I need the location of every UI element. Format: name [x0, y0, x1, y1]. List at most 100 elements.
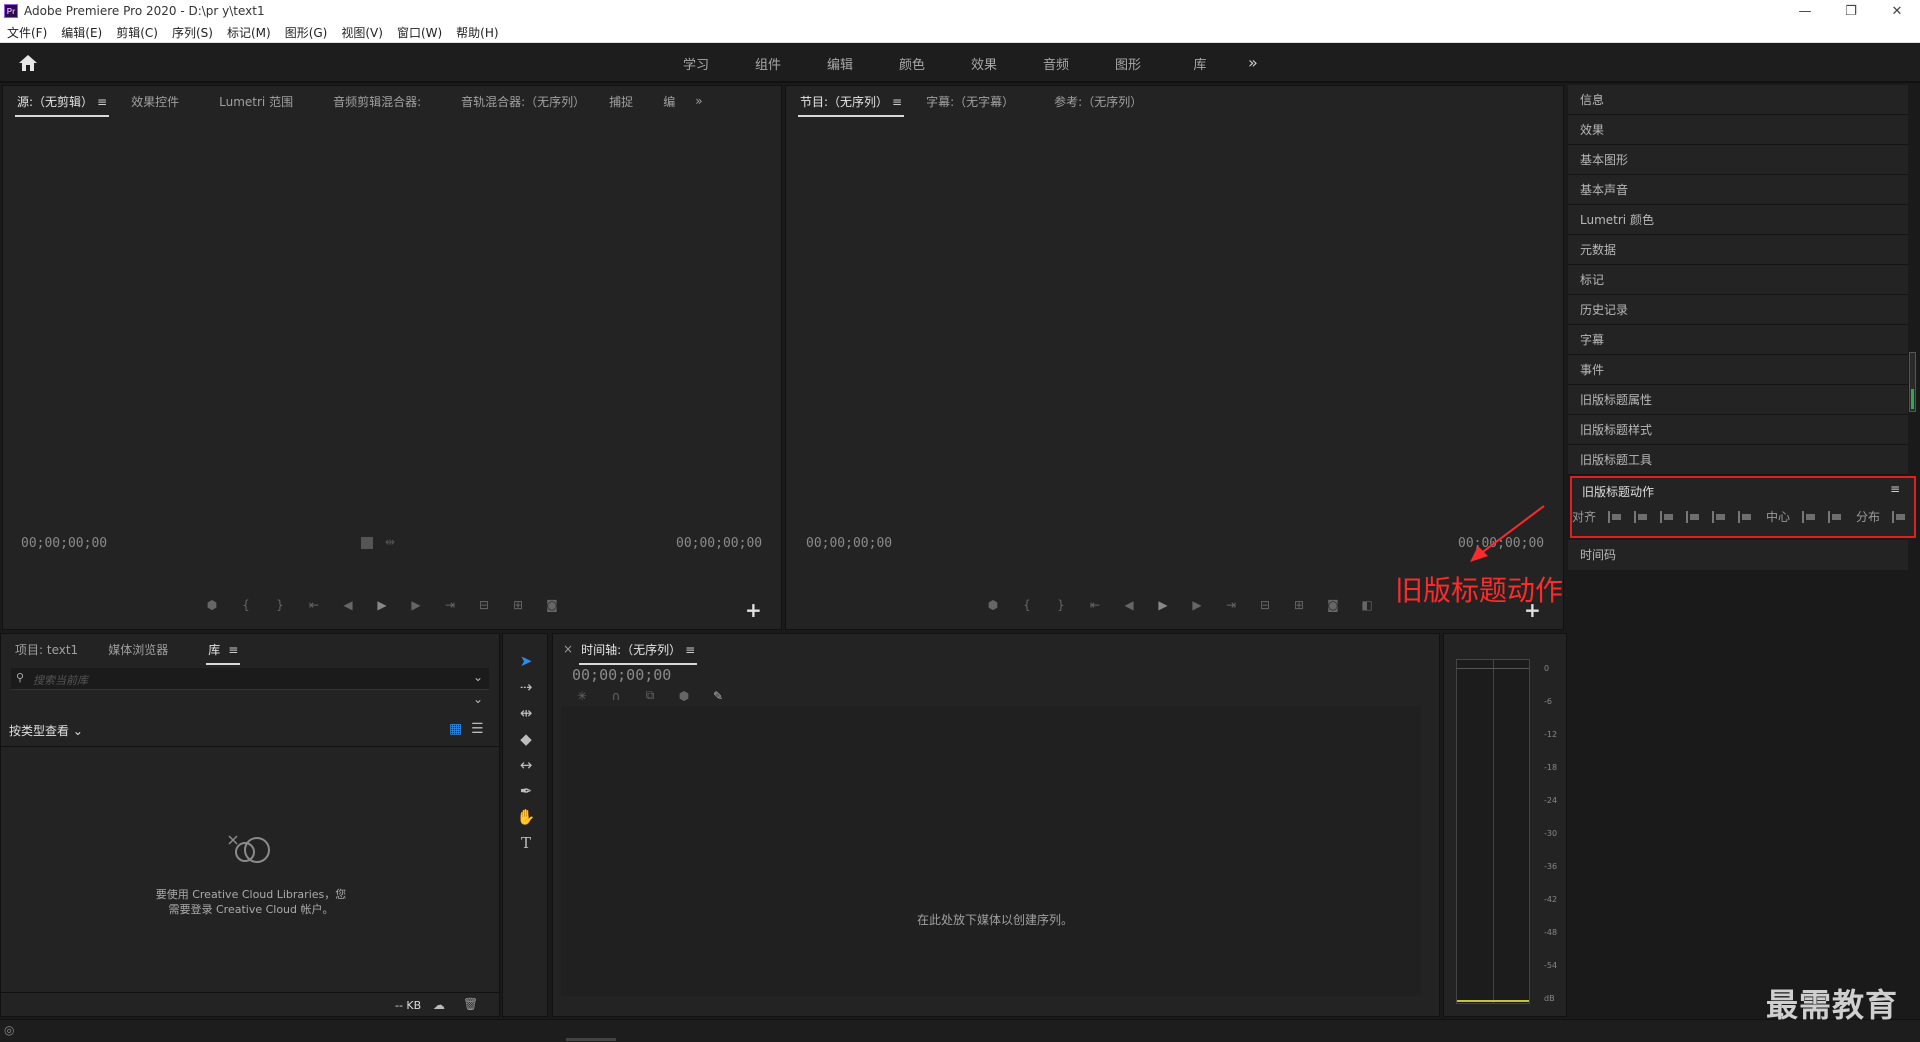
export-frame-icon[interactable]: ◙: [545, 598, 559, 612]
workspace-editing[interactable]: 编辑: [804, 54, 876, 73]
panel-essential-graphics[interactable]: 基本图形: [1568, 145, 1908, 175]
tab-edit-truncated[interactable]: 编: [663, 93, 675, 110]
menu-file[interactable]: 文件(F): [7, 24, 47, 41]
tab-effect-controls[interactable]: 效果控件: [131, 93, 179, 110]
tab-program[interactable]: 节目:（无序列） ≡: [797, 93, 905, 117]
panel-menu-icon[interactable]: ≡: [97, 95, 107, 109]
list-view-icon[interactable]: ☰: [471, 721, 484, 737]
workspace-assembly[interactable]: 组件: [732, 54, 804, 73]
menu-clip[interactable]: 剪辑(C): [116, 24, 158, 41]
resolution-icon[interactable]: [361, 537, 373, 549]
razor-tool-icon[interactable]: ◆: [516, 730, 536, 750]
tab-source[interactable]: 源:（无剪辑） ≡: [14, 93, 110, 117]
library-selector[interactable]: ⌄: [11, 692, 489, 710]
center-horizontal-icon[interactable]: [1802, 510, 1816, 523]
right-panel-scrollbar[interactable]: [1909, 352, 1916, 412]
tab-timeline[interactable]: 时间轴:（无序列） ≡: [579, 641, 698, 665]
scrollbar-thumb[interactable]: [1911, 389, 1914, 409]
panel-effects[interactable]: 效果: [1568, 115, 1908, 145]
comparison-view-icon[interactable]: ◧: [1360, 598, 1374, 612]
align-right-icon[interactable]: [1660, 510, 1674, 523]
panel-menu-icon[interactable]: ≡: [1890, 482, 1900, 496]
type-tool-icon[interactable]: T: [516, 834, 536, 854]
panel-essential-sound[interactable]: 基本声音: [1568, 175, 1908, 205]
grid-view-icon[interactable]: ▦: [449, 721, 462, 737]
align-center-horizontal-icon[interactable]: [1634, 510, 1648, 523]
tab-lumetri-scopes[interactable]: Lumetri 范围: [219, 93, 293, 110]
extract-icon[interactable]: ⊞: [1292, 598, 1306, 612]
menu-markers[interactable]: 标记(M): [227, 24, 271, 41]
mark-in-icon[interactable]: {: [239, 598, 253, 612]
status-progress-handle[interactable]: [566, 1038, 616, 1041]
tab-capture[interactable]: 捕捉: [609, 93, 633, 110]
step-forward-icon[interactable]: ▶: [409, 598, 423, 612]
close-tab-icon[interactable]: ×: [563, 642, 573, 656]
status-icon[interactable]: ◎: [4, 1023, 14, 1037]
snap-icon[interactable]: ∩: [609, 689, 623, 703]
step-back-icon[interactable]: ◀: [341, 598, 355, 612]
panel-menu-icon[interactable]: ≡: [228, 643, 238, 657]
panel-menu-icon[interactable]: ≡: [685, 643, 695, 657]
tab-libraries[interactable]: 库 ≡: [206, 641, 241, 665]
add-marker-icon[interactable]: ⬢: [205, 598, 219, 612]
panel-legacy-title-tools[interactable]: 旧版标题工具: [1568, 445, 1908, 475]
pen-tool-icon[interactable]: ✒: [516, 782, 536, 802]
workspace-effects[interactable]: 效果: [948, 54, 1020, 73]
workspace-audio[interactable]: 音频: [1020, 54, 1092, 73]
trash-icon[interactable]: 🗑: [463, 997, 478, 1011]
align-center-vertical-icon[interactable]: [1712, 510, 1726, 523]
tab-captions[interactable]: 字幕:（无字幕）: [926, 93, 1014, 110]
menu-view[interactable]: 视图(V): [341, 24, 383, 41]
menu-help[interactable]: 帮助(H): [456, 24, 498, 41]
menu-sequence[interactable]: 序列(S): [172, 24, 213, 41]
step-forward-icon[interactable]: ▶: [1190, 598, 1204, 612]
add-marker-icon[interactable]: ⬢: [677, 689, 691, 703]
source-timecode-current[interactable]: 00;00;00;00: [21, 536, 107, 551]
program-timecode-current[interactable]: 00;00;00;00: [806, 536, 892, 551]
go-to-in-icon[interactable]: ⇤: [307, 598, 321, 612]
workspace-learn[interactable]: 学习: [660, 54, 732, 73]
export-frame-icon[interactable]: ◙: [1326, 598, 1340, 612]
selection-tool-icon[interactable]: ➤: [516, 652, 536, 672]
slip-tool-icon[interactable]: ↔: [516, 756, 536, 776]
add-marker-icon[interactable]: ⬢: [986, 598, 1000, 612]
hand-tool-icon[interactable]: ✋: [516, 808, 536, 828]
menu-edit[interactable]: 编辑(E): [61, 24, 102, 41]
settings-wrench-icon[interactable]: ⇹: [385, 535, 395, 549]
center-vertical-icon[interactable]: [1828, 510, 1842, 523]
panel-menu-icon[interactable]: ≡: [892, 95, 902, 109]
close-button[interactable]: ✕: [1874, 0, 1920, 22]
panel-history[interactable]: 历史记录: [1568, 295, 1908, 325]
step-back-icon[interactable]: ◀: [1122, 598, 1136, 612]
timeline-drop-area[interactable]: 在此处放下媒体以创建序列。: [561, 706, 1421, 996]
go-to-out-icon[interactable]: ⇥: [1224, 598, 1238, 612]
panel-overflow-icon[interactable]: »: [695, 94, 702, 108]
panel-metadata[interactable]: 元数据: [1568, 235, 1908, 265]
home-icon[interactable]: [18, 54, 38, 72]
timeline-settings-icon[interactable]: ✎: [711, 689, 725, 703]
restore-button[interactable]: ❐: [1828, 0, 1874, 22]
panel-legacy-title-properties[interactable]: 旧版标题属性: [1568, 385, 1908, 415]
panel-lumetri-color[interactable]: Lumetri 颜色: [1568, 205, 1908, 235]
legacy-title-actions-title[interactable]: 旧版标题动作: [1582, 483, 1654, 500]
cloud-sync-icon[interactable]: ☁: [433, 998, 445, 1012]
workspace-libraries[interactable]: 库: [1164, 54, 1236, 73]
workspace-graphics[interactable]: 图形: [1092, 54, 1164, 73]
menu-graphics[interactable]: 图形(G): [285, 24, 328, 41]
mark-out-icon[interactable]: }: [1054, 598, 1068, 612]
panel-events[interactable]: 事件: [1568, 355, 1908, 385]
align-left-icon[interactable]: [1608, 510, 1622, 523]
tab-audio-track-mixer[interactable]: 音轨混合器:（无序列）: [461, 93, 585, 110]
align-bottom-icon[interactable]: [1738, 510, 1752, 523]
menu-window[interactable]: 窗口(W): [397, 24, 442, 41]
play-icon[interactable]: ▶: [375, 598, 389, 612]
panel-info[interactable]: 信息: [1568, 85, 1908, 115]
view-by-type-dropdown[interactable]: 按类型查看 ⌄: [9, 722, 83, 739]
mark-in-icon[interactable]: {: [1020, 598, 1034, 612]
overwrite-icon[interactable]: ⊞: [511, 598, 525, 612]
minimize-button[interactable]: —: [1782, 0, 1828, 22]
tab-audio-clip-mixer[interactable]: 音频剪辑混合器:: [333, 93, 421, 110]
linked-selection-icon[interactable]: ⧉: [643, 688, 657, 703]
panel-timecode[interactable]: 时间码: [1568, 540, 1908, 570]
tab-media-browser[interactable]: 媒体浏览器: [108, 641, 168, 658]
